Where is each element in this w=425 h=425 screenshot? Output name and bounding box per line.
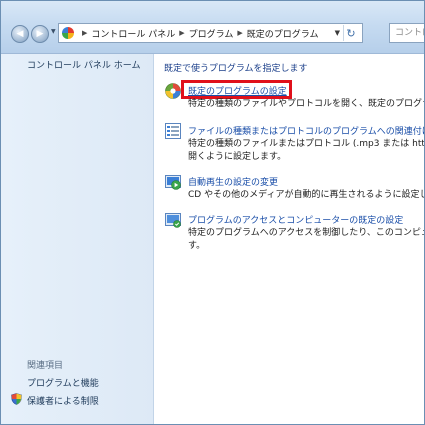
forward-button[interactable]: ▶ bbox=[31, 25, 49, 43]
breadcrumb-programs[interactable]: プログラム bbox=[189, 27, 234, 40]
default-programs-icon bbox=[165, 83, 181, 99]
control-panel-home-link[interactable]: コントロール パネル ホーム bbox=[27, 58, 140, 71]
arrow-left-icon: ◀ bbox=[16, 29, 24, 39]
program-access-defaults-link[interactable]: プログラムのアクセスとコンピューターの既定の設定 bbox=[188, 213, 403, 226]
page-title: 既定で使うプログラムを指定します bbox=[164, 64, 308, 74]
set-default-programs-description: 特定の種類のファイルやプロトコルを開く、既定のプログラム bbox=[188, 99, 425, 109]
shield-icon bbox=[11, 393, 22, 405]
chevron-down-icon[interactable]: ▼ bbox=[335, 29, 340, 37]
navigation-bar: ◀ ▶ ▼ ▶ コントロール パネル ▶ プログラム ▶ 既定のプログラム ▼ … bbox=[1, 1, 424, 54]
chevron-right-icon[interactable]: ▶ bbox=[237, 29, 242, 37]
program-access-defaults-description-line2: す。 bbox=[188, 241, 206, 251]
program-access-icon bbox=[165, 213, 181, 228]
back-button[interactable]: ◀ bbox=[11, 25, 29, 43]
autoplay-settings-link[interactable]: 自動再生の設定の変更 bbox=[188, 175, 278, 188]
recent-pages-dropdown[interactable]: ▼ bbox=[51, 28, 56, 35]
file-association-icon bbox=[165, 123, 181, 139]
chevron-right-icon[interactable]: ▶ bbox=[82, 29, 87, 37]
control-panel-window: ◀ ▶ ▼ ▶ コントロール パネル ▶ プログラム ▶ 既定のプログラム ▼ … bbox=[0, 0, 425, 425]
address-bar[interactable]: ▶ コントロール パネル ▶ プログラム ▶ 既定のプログラム ▼ ↻ bbox=[58, 23, 363, 43]
arrow-right-icon: ▶ bbox=[36, 29, 44, 39]
breadcrumb-default-programs[interactable]: 既定のプログラム bbox=[247, 27, 319, 40]
related-items-heading: 関連項目 bbox=[27, 361, 64, 371]
autoplay-icon bbox=[165, 175, 181, 190]
left-pane: コントロール パネル ホーム 関連項目 プログラムと機能 保護者による制限 bbox=[1, 54, 154, 424]
autoplay-settings-description: CD やその他のメディアが自動的に再生されるように設定しま bbox=[188, 190, 425, 200]
refresh-icon[interactable]: ↻ bbox=[343, 25, 358, 41]
parental-controls-link[interactable]: 保護者による制限 bbox=[27, 394, 99, 407]
control-panel-icon bbox=[62, 27, 74, 39]
breadcrumb-control-panel[interactable]: コントロール パネル bbox=[91, 27, 175, 40]
main-content: 既定で使うプログラムを指定します 既定のプログラムの設定 特定の種類のファイルや… bbox=[164, 54, 425, 424]
programs-and-features-link[interactable]: プログラムと機能 bbox=[27, 376, 99, 389]
search-input[interactable]: コントロール bbox=[389, 23, 424, 43]
file-association-link[interactable]: ファイルの種類またはプロトコルのプログラムへの関連付け bbox=[188, 124, 424, 137]
file-association-description-line2: 開くように設定します。 bbox=[188, 152, 287, 162]
file-association-description: 特定の種類のファイルまたはプロトコル (.mp3 または http:/ bbox=[188, 139, 425, 149]
program-access-defaults-description: 特定のプログラムへのアクセスを制御したり、このコンピュー bbox=[188, 228, 425, 238]
chevron-right-icon[interactable]: ▶ bbox=[179, 29, 184, 37]
set-default-programs-link[interactable]: 既定のプログラムの設定 bbox=[188, 84, 287, 97]
